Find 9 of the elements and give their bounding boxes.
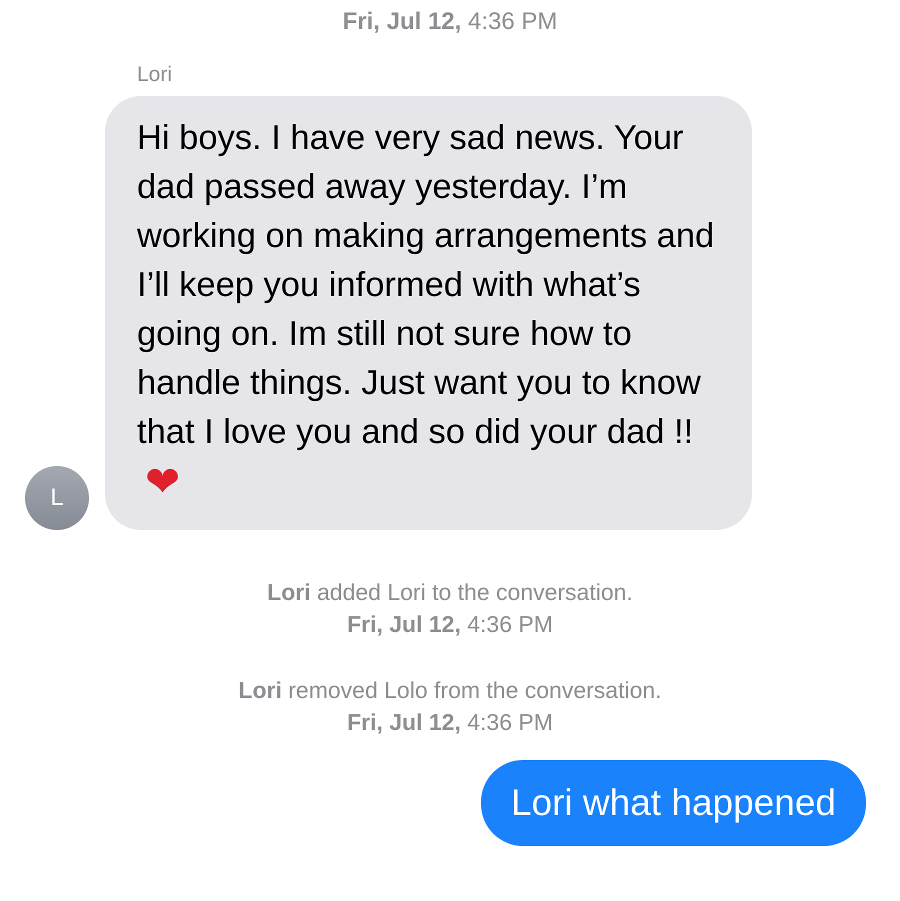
event-text: Lori removed Lolo from the conversation. <box>238 676 662 705</box>
event-time: Fri, Jul 12, 4:36 PM <box>347 610 553 639</box>
sender-name: Lori <box>137 62 172 88</box>
avatar: L <box>25 466 89 530</box>
message-text: Hi boys. I have very sad news. Your dad passed away yesterday. I’m working on making arrangements and I’ll keep you informed with what’s going on. Im still not sure how to handle things. Just want you to know that I love you and so did your dad !! ❤ <box>137 118 716 508</box>
event-text: Lori added Lori to the conversation. <box>267 578 633 607</box>
message-bubble: Lori what happened <box>480 760 866 846</box>
event-time: Fri, Jul 12, 4:36 PM <box>347 708 553 737</box>
timestamp: Fri, Jul 12, 4:36 PM <box>342 8 558 36</box>
